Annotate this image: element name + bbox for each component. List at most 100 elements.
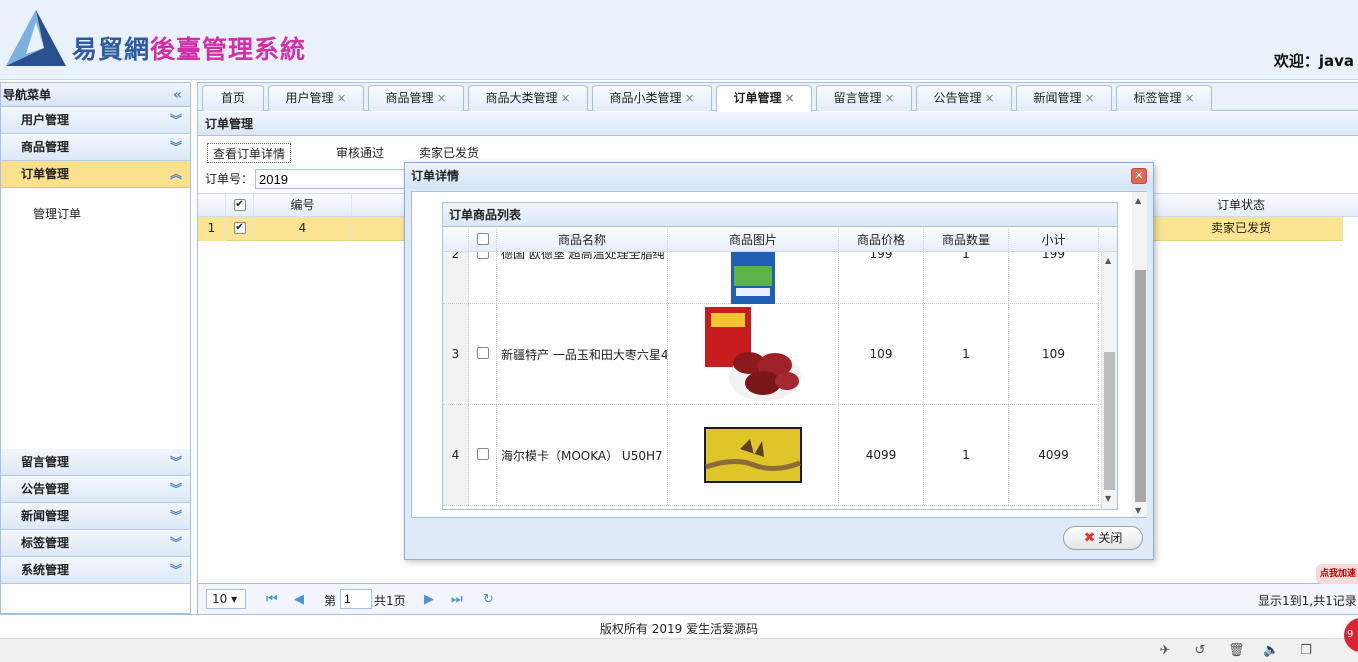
inner-scrollbar[interactable]: ▲ ▼ bbox=[1101, 252, 1117, 509]
tab-news[interactable]: 新闻管理 × bbox=[1016, 85, 1112, 111]
tab-label: 用户管理 bbox=[285, 91, 334, 105]
rownum-header bbox=[443, 228, 469, 251]
table-row[interactable]: 2 德国 欧德堡 超高温处理全脂纯 199 1 199 bbox=[443, 252, 1101, 304]
logo-icon bbox=[6, 10, 66, 66]
scroll-up-icon[interactable]: ▲ bbox=[1105, 256, 1111, 265]
order-items-panel: 订单商品列表 商品名称 商品图片 商品价格 商品数量 小计 2 德国 欧德堡 超… bbox=[442, 202, 1118, 510]
row-checkbox[interactable]: ✔ bbox=[226, 217, 254, 241]
sidebar-subitem-manage-orders[interactable]: 管理订单 bbox=[33, 207, 81, 221]
trash-icon[interactable]: 🗑 bbox=[1228, 643, 1245, 659]
sidebar-item-label: 用户管理 bbox=[21, 113, 70, 127]
next-page-icon[interactable]: ▶ bbox=[424, 592, 434, 607]
dialog-scrollbar[interactable]: ▲ ▼ bbox=[1132, 192, 1147, 517]
tab-notices[interactable]: 公告管理 × bbox=[916, 85, 1012, 111]
volume-icon[interactable]: 🔈 bbox=[1263, 643, 1279, 659]
collapse-left-icon[interactable]: « bbox=[173, 83, 182, 107]
row-checkbox[interactable] bbox=[469, 304, 497, 404]
page-number-input[interactable] bbox=[340, 589, 372, 609]
order-detail-dialog: 订单详情 ✕ 订单商品列表 商品名称 商品图片 商品价格 商品数量 小计 2 德… bbox=[404, 162, 1154, 560]
sidebar-item-label: 新闻管理 bbox=[21, 509, 70, 523]
refresh-icon[interactable]: ↻ bbox=[483, 592, 494, 607]
tab-products[interactable]: 商品管理 × bbox=[368, 85, 464, 111]
rownum-header bbox=[198, 194, 226, 218]
product-quantity: 1 bbox=[924, 304, 1009, 404]
product-subtotal: 199 bbox=[1009, 252, 1099, 303]
select-all-checkbox[interactable]: ✔ bbox=[226, 194, 254, 218]
page-size-select[interactable]: 10 ▾ bbox=[206, 589, 246, 609]
product-image bbox=[668, 252, 839, 304]
tab-home[interactable]: 首页 bbox=[202, 85, 264, 111]
tab-subcategories[interactable]: 商品小类管理 × bbox=[592, 85, 712, 111]
close-icon[interactable]: × bbox=[884, 91, 894, 105]
tab-label: 商品小类管理 bbox=[609, 91, 682, 105]
shipped-button[interactable]: 卖家已发货 bbox=[414, 143, 484, 163]
header-price: 商品价格 bbox=[839, 228, 924, 251]
header-id: 编号 bbox=[254, 194, 352, 218]
dialog-body: 订单商品列表 商品名称 商品图片 商品价格 商品数量 小计 2 德国 欧德堡 超… bbox=[411, 191, 1147, 518]
close-icon[interactable]: × bbox=[336, 91, 346, 105]
speedup-badge[interactable]: 点我加速 bbox=[1316, 564, 1358, 584]
tab-categories[interactable]: 商品大类管理 × bbox=[468, 85, 588, 111]
sidebar-item-messages[interactable]: 留言管理 ︾ bbox=[1, 449, 190, 476]
copyright-footer: 版权所有 2019 爱生活爱源码 bbox=[0, 614, 1358, 638]
row-checkbox[interactable] bbox=[469, 405, 497, 505]
table-row[interactable]: 3 新疆特产 一品玉和田大枣六星4 109 1 109 bbox=[443, 304, 1101, 405]
product-name: 新疆特产 一品玉和田大枣六星4 bbox=[497, 304, 668, 404]
scroll-down-icon[interactable]: ▼ bbox=[1135, 506, 1141, 515]
row-number: 2 bbox=[443, 252, 469, 303]
pin-icon[interactable]: ✈ bbox=[1157, 643, 1173, 659]
scroll-up-icon[interactable]: ▲ bbox=[1135, 196, 1141, 205]
tab-label: 新闻管理 bbox=[1033, 91, 1082, 105]
dates-product-image bbox=[705, 307, 801, 401]
chevron-down-icon: ︾ bbox=[169, 509, 182, 523]
scroll-down-icon[interactable]: ▼ bbox=[1105, 494, 1111, 503]
sidebar-item-label: 公告管理 bbox=[21, 482, 70, 496]
tab-users[interactable]: 用户管理 × bbox=[268, 85, 364, 111]
table-row[interactable]: 4 海尔模卡（MOOKA） U50H7 4099 1 4099 bbox=[443, 405, 1101, 506]
window-icon[interactable]: ❐ bbox=[1298, 643, 1314, 659]
sidebar-item-system[interactable]: 系统管理 ︾ bbox=[1, 557, 190, 584]
refresh-icon[interactable]: ↺ bbox=[1192, 643, 1208, 659]
sidebar-item-notices[interactable]: 公告管理 ︾ bbox=[1, 476, 190, 503]
product-subtotal: 4099 bbox=[1009, 405, 1099, 505]
sidebar-submenu: 管理订单 bbox=[1, 188, 190, 449]
row-checkbox[interactable] bbox=[469, 252, 497, 303]
chevron-down-icon: ︾ bbox=[169, 140, 182, 154]
sidebar-item-orders[interactable]: 订单管理 ︽ bbox=[1, 161, 190, 188]
dialog-close-icon[interactable]: ✕ bbox=[1131, 168, 1147, 184]
header-product-image: 商品图片 bbox=[668, 228, 839, 251]
last-page-icon[interactable]: ⏭ bbox=[451, 592, 463, 607]
close-icon[interactable]: × bbox=[1084, 91, 1094, 105]
header-quantity: 商品数量 bbox=[924, 228, 1009, 251]
approve-button[interactable]: 审核通过 bbox=[331, 143, 389, 163]
close-icon[interactable]: × bbox=[684, 91, 694, 105]
order-number-input[interactable] bbox=[255, 169, 405, 189]
first-page-icon[interactable]: ⏮ bbox=[266, 592, 278, 607]
close-icon[interactable]: × bbox=[784, 91, 794, 105]
product-price: 4099 bbox=[839, 405, 924, 505]
view-order-detail-button[interactable]: 查看订单详情 bbox=[207, 143, 292, 163]
close-icon[interactable]: × bbox=[984, 91, 994, 105]
select-all-checkbox[interactable] bbox=[469, 228, 497, 251]
pagination-bar: 10 ▾ ⏮ ◀ 第 共1页 ▶ ⏭ ↻ 显示1到1,共1记录 bbox=[198, 583, 1358, 615]
scrollbar-thumb[interactable] bbox=[1135, 270, 1146, 502]
close-icon[interactable]: × bbox=[436, 91, 446, 105]
sidebar-item-tags[interactable]: 标签管理 ︾ bbox=[1, 530, 190, 557]
prev-page-icon[interactable]: ◀ bbox=[294, 592, 304, 607]
tab-label: 首页 bbox=[220, 91, 245, 105]
close-button[interactable]: ✖ 关闭 bbox=[1063, 526, 1143, 550]
tab-label: 标签管理 bbox=[1133, 91, 1182, 105]
tab-orders[interactable]: 订单管理 × bbox=[716, 85, 812, 112]
close-icon[interactable]: × bbox=[560, 91, 570, 105]
sidebar-item-products[interactable]: 商品管理 ︾ bbox=[1, 134, 190, 161]
tab-messages[interactable]: 留言管理 × bbox=[816, 85, 912, 111]
sidebar-item-label: 订单管理 bbox=[21, 167, 70, 181]
sidebar-item-users[interactable]: 用户管理 ︾ bbox=[1, 107, 190, 134]
sidebar-title: 导航菜单 bbox=[3, 88, 52, 102]
scrollbar-thumb[interactable] bbox=[1104, 352, 1115, 490]
tab-bar: 首页 用户管理 × 商品管理 × 商品大类管理 × 商品小类管理 × 订单管理 × 留言管… bbox=[198, 83, 1358, 112]
brand-title: 易貿網後臺管理系統 bbox=[72, 35, 307, 64]
close-icon[interactable]: × bbox=[1184, 91, 1194, 105]
tab-tags[interactable]: 标签管理 × bbox=[1116, 85, 1212, 111]
sidebar-item-news[interactable]: 新闻管理 ︾ bbox=[1, 503, 190, 530]
